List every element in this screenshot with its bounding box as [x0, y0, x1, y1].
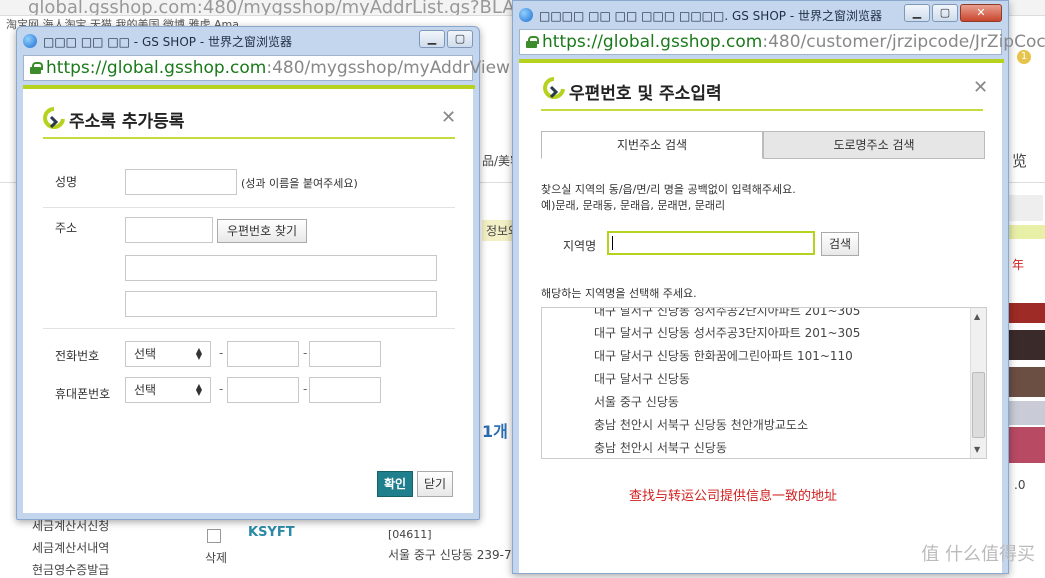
phone-prefix-value: 선택 — [134, 347, 157, 361]
scroll-down-icon[interactable]: ▼ — [974, 445, 980, 454]
divider — [43, 328, 455, 329]
list-item[interactable]: 대구 달서구 신당동 성서주공3단지아파트 201~305 — [594, 324, 860, 341]
list-scrollbar[interactable]: ▲ ▼ — [970, 308, 986, 458]
scroll-up-icon[interactable]: ▲ — [974, 312, 980, 321]
close-button[interactable]: 닫기 — [417, 471, 453, 497]
scroll-thumb[interactable] — [972, 372, 985, 438]
address-text: 서울 중구 신당동 239-7번 — [388, 548, 523, 562]
close-icon[interactable]: ✕ — [441, 107, 456, 128]
name-hint: (성과 이름을 붙여주세요) — [241, 177, 358, 190]
lock-icon — [526, 36, 539, 48]
minimize-button[interactable]: ▁ — [419, 30, 445, 48]
select-prompt: 해당하는 지역명을 선택해 주세요. — [541, 287, 697, 300]
address-nickname: KSYFT — [248, 525, 295, 540]
select-arrows-icon: ▲ ▼ — [195, 382, 202, 397]
notification-badge: 1 — [1017, 50, 1031, 64]
zipcode-search-panel: 우편번호 및 주소입력 ✕ 지번주소 검색 도로명주소 검색 찾으실 지역의 동… — [519, 59, 1004, 573]
dash: - — [219, 346, 224, 360]
region-label: 지역명 — [563, 239, 597, 253]
list-item[interactable]: 서울 중구 신당동 — [594, 393, 679, 410]
tab-jibun-search[interactable]: 지번주소 검색 — [541, 131, 763, 159]
maximize-button[interactable]: ▢ — [932, 4, 958, 22]
url-path: :480/customer/jrzipcode/JrZipCoc — [762, 32, 1045, 52]
title-underline — [541, 109, 983, 111]
watermark: 值 什么值得买 — [921, 544, 1035, 565]
address-zip: [04611] — [388, 528, 432, 541]
bg-fragment-ver: .0 — [1014, 478, 1026, 492]
phone-prefix-select[interactable]: 선택 ▲ ▼ — [125, 341, 211, 367]
sidebar-item-tax-list[interactable]: 세금계산서내역 — [32, 539, 109, 556]
phone-last-input[interactable] — [309, 341, 381, 367]
tab-road-search[interactable]: 도로명주소 검색 — [763, 131, 985, 159]
address-line1-input[interactable] — [125, 255, 437, 281]
window-title: □□□□ □□ □□ □□□ □□□□. GS SHOP - 世界之窗浏览器 — [539, 9, 882, 23]
list-item[interactable]: 충남 천안시 서북구 신당동 천안개방교도소 — [594, 416, 808, 433]
gs-logo-icon — [543, 77, 565, 99]
sidebar-item-cash-receipt[interactable]: 현금영수증발급 — [32, 561, 109, 578]
url-host: https://global.gsshop.com — [46, 58, 267, 78]
bg-fragment-ai: 览 — [1012, 152, 1028, 170]
phone-label: 전화번호 — [55, 349, 100, 363]
name-label: 성명 — [55, 175, 78, 189]
minimize-button[interactable]: ▁ — [904, 4, 930, 22]
close-icon[interactable]: ✕ — [973, 77, 988, 98]
title-bar[interactable]: □□□ □□ □□ - GS SHOP - 世界之窗浏览器 ▁ ▢ — [17, 27, 479, 55]
window-close-button[interactable]: ✕ — [960, 4, 1002, 22]
search-button[interactable]: 검색 — [821, 232, 859, 256]
annotation-note: 查找与转运公司提供信息一致的地址 — [629, 489, 838, 504]
page-title: 우편번호 및 주소입력 — [569, 84, 722, 104]
mobile-prefix-value: 선택 — [134, 383, 157, 397]
title-bar[interactable]: □□□□ □□ □□ □□□ □□□□. GS SHOP - 世界之窗浏览器 ▁… — [513, 1, 1008, 29]
mobile-last-input[interactable] — [309, 377, 381, 403]
mobile-middle-input[interactable] — [227, 377, 299, 403]
accent-bar — [519, 59, 1004, 63]
row-checkbox[interactable] — [207, 529, 221, 543]
dash: - — [303, 346, 308, 360]
delete-link[interactable]: 삭제 — [205, 549, 227, 566]
phone-middle-input[interactable] — [227, 341, 299, 367]
title-underline — [43, 137, 455, 139]
region-input[interactable] — [607, 231, 815, 255]
list-item[interactable]: 대구 달서구 신당동 — [594, 370, 690, 387]
zipcode-search-window: □□□□ □□ □□ □□□ □□□□. GS SHOP - 世界之窗浏览器 ▁… — [512, 0, 1045, 574]
bg-fragment-count: 1개 — [482, 422, 508, 441]
mobile-prefix-select[interactable]: 선택 ▲ ▼ — [125, 377, 211, 403]
name-input[interactable] — [125, 169, 237, 195]
instruction-text: 찾으실 지역의 동/읍/면/리 명을 공백없이 입력해주세요. — [541, 183, 796, 196]
lock-icon — [30, 62, 43, 74]
dash: - — [303, 382, 308, 396]
divider — [43, 207, 455, 208]
browser-icon — [23, 34, 37, 48]
address-line2-input[interactable] — [125, 291, 437, 317]
maximize-button[interactable]: ▢ — [447, 30, 473, 48]
address-add-window: □□□ □□ □□ - GS SHOP - 世界之窗浏览器 ▁ ▢ https:… — [16, 26, 510, 520]
mobile-label: 휴대폰번호 — [55, 387, 111, 401]
address-label: 주소 — [55, 221, 78, 235]
page-title: 주소록 추가등록 — [69, 112, 185, 132]
address-results-list[interactable]: 대구 달서구 신당동 성서주공2단지아파트 201~305 대구 달서구 신당동… — [541, 307, 987, 459]
address-bar[interactable]: https://global.gsshop.com:480/customer/j… — [519, 29, 1045, 55]
url-host: https://global.gsshop.com — [542, 32, 763, 52]
list-item[interactable]: 대구 달서구 신당동 성서주공2단지아파트 201~305 — [594, 308, 860, 319]
accent-bar — [23, 85, 475, 89]
window-title: □□□ □□ □□ - GS SHOP - 世界之窗浏览器 — [43, 35, 292, 49]
list-item[interactable]: 대구 달서구 신당동 한화꿈에그린아파트 101~110 — [594, 347, 853, 364]
browser-icon — [519, 8, 533, 22]
zipcode-input[interactable] — [125, 217, 213, 243]
url-path: :480/mygsshop/myAddrView — [266, 58, 510, 78]
address-bar[interactable]: https://global.gsshop.com:480/mygsshop/m… — [23, 55, 510, 81]
gs-logo-icon — [43, 107, 65, 129]
find-zipcode-button[interactable]: 우편번호 찾기 — [217, 219, 307, 243]
dash: - — [219, 382, 224, 396]
address-form-panel: 주소록 추가등록 ✕ 성명 (성과 이름을 붙여주세요) 주소 우편번호 찾기 … — [23, 85, 475, 513]
select-arrows-icon: ▲ ▼ — [195, 346, 202, 361]
confirm-button[interactable]: 확인 — [377, 471, 413, 497]
thumbnail-strip — [1005, 195, 1045, 475]
instruction-example: 예)문래, 문래동, 문래읍, 문래면, 문래리 — [541, 199, 726, 212]
list-item[interactable]: 충남 천안시 서북구 신당동 — [594, 439, 727, 456]
